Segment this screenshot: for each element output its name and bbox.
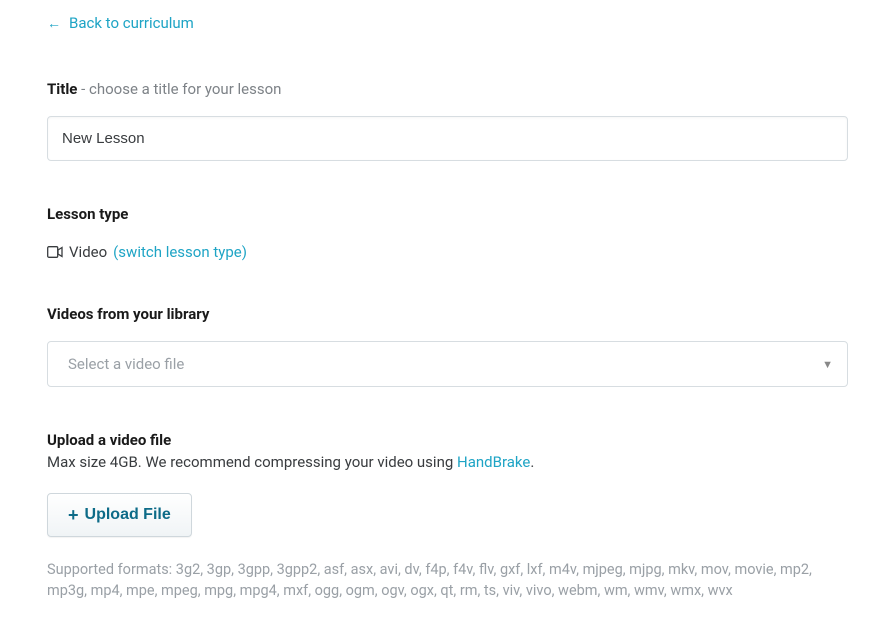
plus-icon: +	[68, 506, 79, 524]
upload-hint: Max size 4GB. We recommend compressing y…	[47, 453, 848, 471]
upload-label: Upload a video file	[47, 431, 848, 449]
lesson-type-section: Lesson type Video (switch lesson type)	[47, 205, 848, 261]
library-section: Videos from your library Select a video …	[47, 305, 848, 387]
title-label-row: Title - choose a title for your lesson	[47, 80, 848, 98]
lesson-type-label-row: Lesson type	[47, 205, 848, 223]
arrow-left-icon: ←	[47, 15, 61, 32]
lesson-title-input[interactable]	[47, 116, 848, 161]
title-label: Title	[47, 80, 77, 98]
back-to-curriculum-link[interactable]: ← Back to curriculum	[47, 14, 194, 32]
video-select-placeholder: Select a video file	[68, 355, 184, 373]
upload-file-button[interactable]: + Upload File	[47, 493, 192, 537]
upload-section: Upload a video file Max size 4GB. We rec…	[47, 431, 848, 601]
switch-lesson-type-link[interactable]: (switch lesson type)	[113, 243, 247, 261]
handbrake-link[interactable]: HandBrake	[457, 453, 530, 471]
chevron-down-icon: ▼	[822, 358, 833, 371]
library-label-row: Videos from your library	[47, 305, 848, 323]
lesson-type-label: Lesson type	[47, 205, 128, 223]
lesson-type-text: Video	[69, 243, 107, 261]
upload-button-label: Upload File	[85, 506, 171, 524]
video-icon	[47, 246, 63, 258]
library-label: Videos from your library	[47, 305, 209, 323]
video-select-wrapper: Select a video file ▼	[47, 341, 848, 387]
back-link-label: Back to curriculum	[69, 14, 194, 32]
title-section: Title - choose a title for your lesson	[47, 80, 848, 161]
upload-hint-suffix: .	[530, 453, 534, 471]
video-select[interactable]: Select a video file ▼	[47, 341, 848, 387]
title-sublabel: - choose a title for your lesson	[77, 80, 281, 98]
lesson-type-row: Video (switch lesson type)	[47, 243, 848, 261]
supported-formats: Supported formats: 3g2, 3gp, 3gpp, 3gpp2…	[47, 559, 848, 601]
upload-hint-prefix: Max size 4GB. We recommend compressing y…	[47, 453, 457, 471]
